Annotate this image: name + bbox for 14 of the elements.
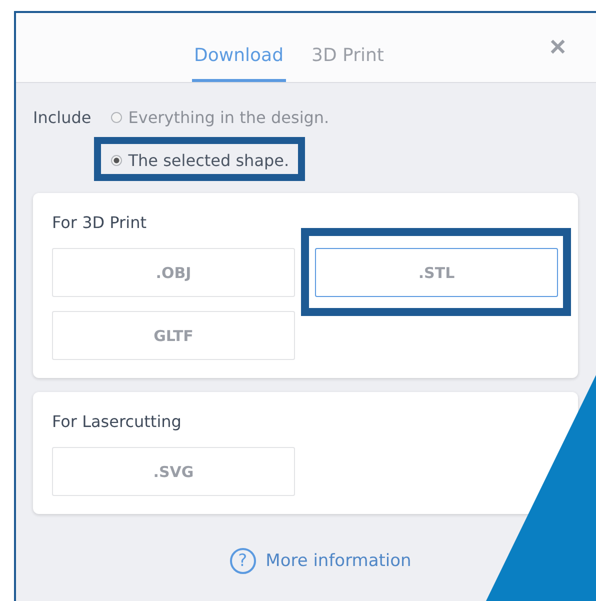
include-label: Include	[33, 107, 92, 129]
radio-option[interactable]: Everything in the design.	[111, 105, 330, 130]
format-button[interactable]: .OBJ	[52, 248, 295, 297]
section-title: For 3D Print	[52, 213, 148, 232]
tab[interactable]: 3D Print	[310, 13, 386, 82]
more-information-link[interactable]: More information	[266, 551, 412, 571]
format-button[interactable]: .STL	[315, 248, 558, 297]
tab[interactable]: Download	[192, 13, 286, 82]
radio-option[interactable]: The selected shape.	[111, 148, 330, 173]
help-icon[interactable]: ?	[230, 548, 256, 574]
format-button[interactable]: .SVG	[52, 447, 295, 496]
format-button[interactable]: GLTF	[52, 311, 295, 360]
section-title: For Lasercutting	[52, 412, 182, 431]
close-button[interactable]: ×	[550, 33, 566, 61]
